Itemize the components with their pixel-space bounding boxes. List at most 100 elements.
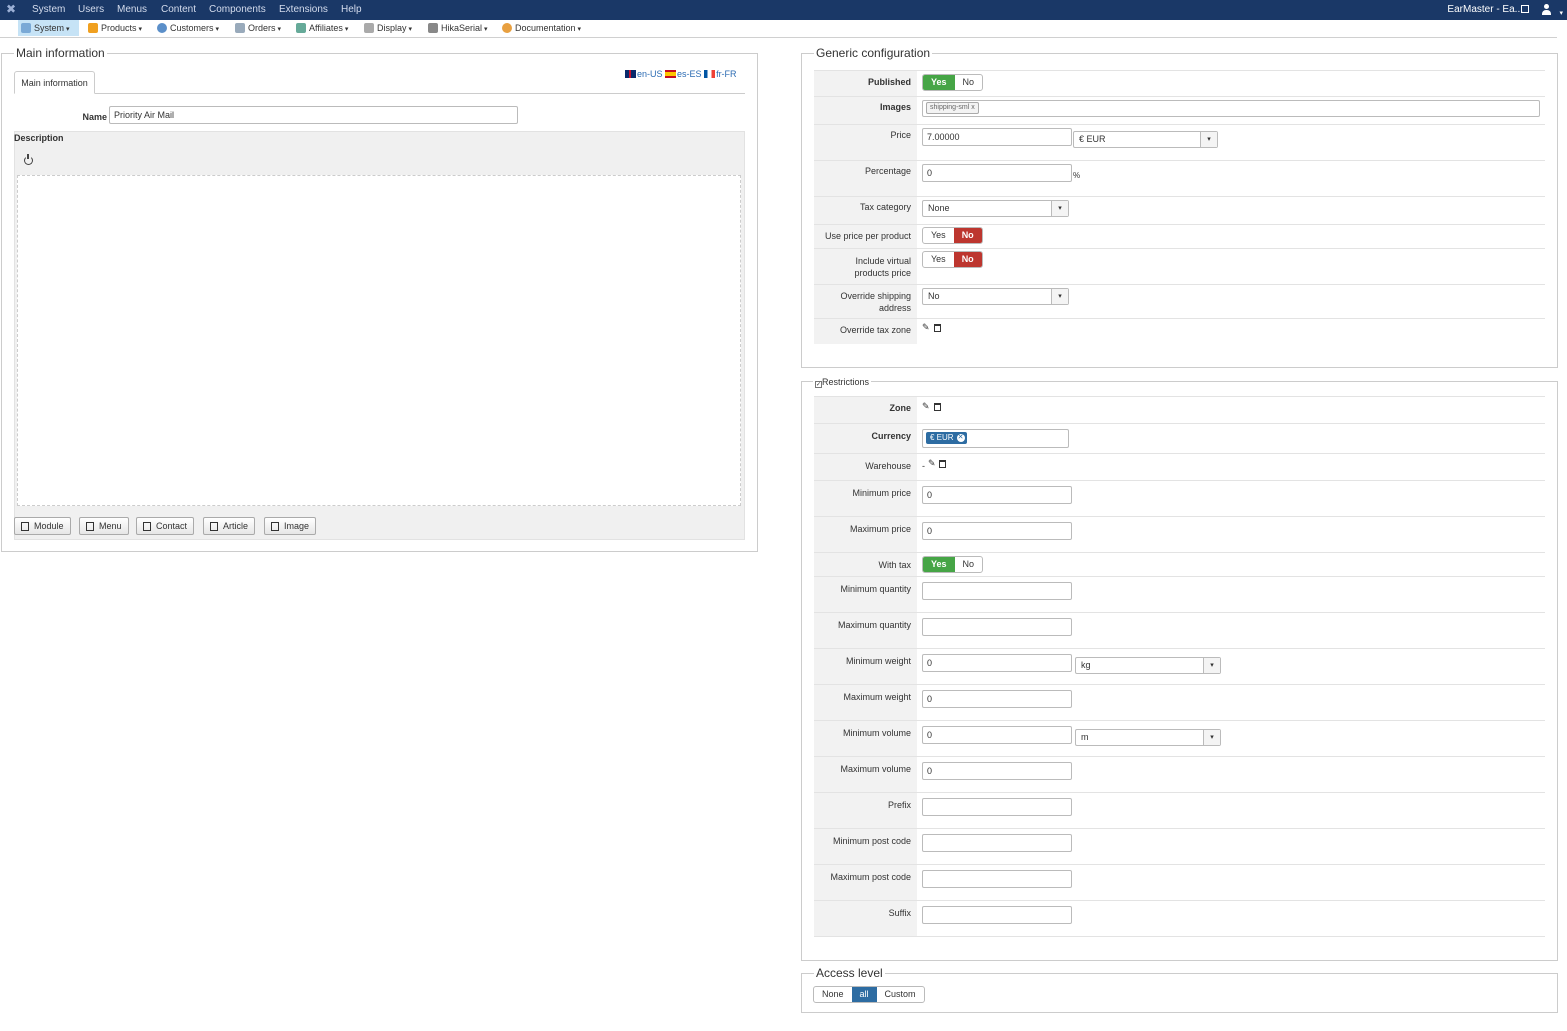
user-caret-icon[interactable]: ▾ [1559,9,1563,17]
menu-content[interactable]: Content [161,0,196,20]
image-button[interactable]: Image [264,517,317,535]
menu-menus[interactable]: Menus [117,0,147,20]
menu-button[interactable]: Menu [79,517,129,535]
description-editor[interactable] [17,175,741,506]
hika-menu-products[interactable]: Products [85,20,142,36]
with-tax-no[interactable]: No [955,557,983,572]
percentage-input[interactable]: 0 [922,164,1072,182]
max-qty-input[interactable] [922,618,1072,636]
trash-icon[interactable] [939,460,946,468]
percentage-label: Percentage [864,166,911,176]
use-price-no[interactable]: No [953,228,982,243]
menu-users[interactable]: Users [78,0,104,20]
site-name-link[interactable]: EarMaster - Ea... [1447,0,1523,20]
price-input[interactable]: 7.00000 [922,128,1072,146]
weight-unit-select[interactable]: kg ▾ [1075,657,1221,674]
image-tag[interactable]: shipping-sml x [926,102,979,114]
article-icon [210,522,218,531]
min-volume-input[interactable]: 0 [922,726,1072,744]
use-price-yes[interactable]: Yes [923,228,954,243]
user-icon[interactable] [1541,4,1551,16]
menu-extensions[interactable]: Extensions [279,0,328,20]
min-post-input[interactable] [922,834,1072,852]
name-label: Name [82,112,107,122]
contact-button[interactable]: Contact [136,517,195,535]
restrictions-legend[interactable]: ✓Restrictions [813,377,872,388]
hikaserial-icon [428,23,438,33]
published-toggle[interactable]: Yes No [922,74,984,91]
min-price-input[interactable]: 0 [922,486,1072,504]
tax-category-select[interactable]: None ▾ [922,200,1069,217]
include-virtual-toggle[interactable]: Yes No [922,251,983,268]
hika-menu-hikaserial[interactable]: HikaSerial [425,20,488,36]
override-shipping-label: Override shipping address [840,291,911,313]
trash-icon[interactable] [934,324,941,332]
max-post-input[interactable] [922,870,1072,888]
restrictions-checkbox[interactable]: ✓ [815,381,822,388]
pencil-icon[interactable]: ✎ [928,459,937,468]
module-icon [21,522,29,531]
min-post-label: Minimum post code [832,836,911,846]
module-button[interactable]: Module [14,517,71,535]
use-price-toggle[interactable]: Yes No [922,227,983,244]
hika-menu-customers[interactable]: Customers [154,20,219,36]
volume-unit-select[interactable]: m ▾ [1075,729,1221,746]
access-level-toggle[interactable]: None all Custom [813,986,925,1003]
hika-menu-system[interactable]: System [18,20,79,36]
published-no[interactable]: No [955,75,983,90]
lang-es-es[interactable]: es-ES [665,69,702,79]
pencil-icon[interactable]: ✎ [922,323,931,332]
affiliates-icon [296,23,306,33]
lang-en-us[interactable]: en-US [625,69,663,79]
remove-badge-icon[interactable]: ✕ [956,434,965,442]
min-qty-input[interactable] [922,582,1072,600]
override-shipping-select[interactable]: No ▾ [922,288,1069,305]
hikashop-menubar: System Products Customers Orders Affilia… [0,20,1557,38]
external-link-icon[interactable] [1521,5,1529,13]
hika-menu-affiliates[interactable]: Affiliates [293,20,348,36]
products-icon [88,23,98,33]
zone-label: Zone [889,403,912,413]
max-volume-label: Maximum volume [840,764,911,774]
published-yes[interactable]: Yes [923,75,955,90]
currency-badge[interactable]: € EUR ✕ [926,432,967,444]
include-virtual-no[interactable]: No [953,252,982,267]
hika-menu-orders[interactable]: Orders [232,20,281,36]
with-tax-toggle[interactable]: Yes No [922,556,984,573]
menu-help[interactable]: Help [341,0,362,20]
contact-icon [143,522,151,531]
max-volume-input[interactable]: 0 [922,762,1072,780]
max-weight-input[interactable]: 0 [922,690,1072,708]
menu-components[interactable]: Components [209,0,266,20]
uk-flag-icon [625,70,636,78]
trash-icon[interactable] [934,403,941,411]
published-label: Published [867,77,911,87]
min-weight-input[interactable]: 0 [922,654,1072,672]
customers-icon [157,23,167,33]
toggle-editor-icon[interactable] [24,154,33,165]
pencil-icon[interactable]: ✎ [922,402,931,411]
tab-main-information[interactable]: Main information [14,71,95,94]
article-button[interactable]: Article [203,517,256,535]
max-weight-label: Maximum weight [843,692,911,702]
lang-fr-fr[interactable]: fr-FR [704,69,737,79]
access-all[interactable]: all [851,987,877,1002]
generic-configuration-legend: Generic configuration [814,46,933,60]
with-tax-label: With tax [878,560,911,570]
access-custom[interactable]: Custom [877,987,924,1002]
suffix-input[interactable] [922,906,1072,924]
hika-menu-documentation[interactable]: Documentation [499,20,581,36]
prefix-input[interactable] [922,798,1072,816]
with-tax-yes[interactable]: Yes [923,557,955,572]
include-virtual-yes[interactable]: Yes [923,252,954,267]
access-none[interactable]: None [814,987,852,1002]
menu-system[interactable]: System [32,0,65,20]
name-input[interactable]: Priority Air Mail [109,106,518,124]
images-field[interactable] [922,100,1540,117]
joomla-logo-icon[interactable]: ✖ [5,3,17,16]
remove-tag-icon[interactable]: x [971,104,975,111]
images-label: Images [879,102,911,112]
hika-menu-display[interactable]: Display [361,20,412,36]
price-currency-select[interactable]: € EUR ▾ [1073,131,1218,148]
max-price-input[interactable]: 0 [922,522,1072,540]
